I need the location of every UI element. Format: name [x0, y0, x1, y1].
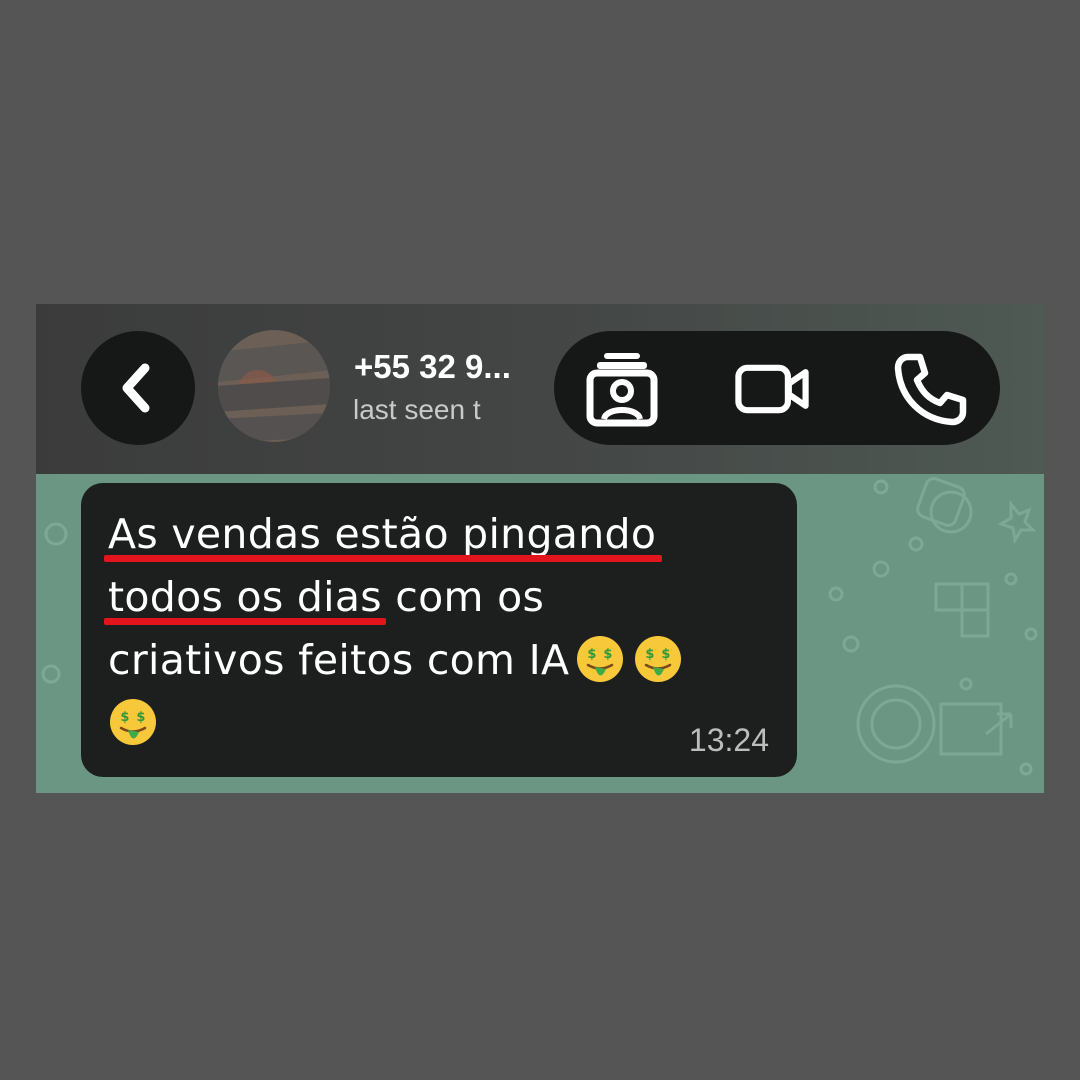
chat-header: +55 32 9... last seen t [36, 304, 1044, 474]
chat-area: As vendas estão pingando todos os dias c… [36, 474, 1044, 793]
avatar[interactable] [218, 330, 330, 442]
message-timestamp: 13:24 [688, 722, 769, 758]
message-text: As vendas estão pingando todos os dias c… [108, 503, 778, 755]
header-actions [554, 331, 1000, 445]
message-line-1: As vendas estão pingando [108, 510, 657, 558]
phone-icon[interactable] [892, 351, 968, 427]
svg-text:$: $ [662, 647, 671, 662]
svg-text:$: $ [604, 647, 613, 662]
svg-text:$: $ [646, 647, 655, 662]
svg-text:$: $ [588, 647, 597, 662]
contact-name[interactable]: +55 32 9... [354, 348, 511, 386]
money-mouth-face-icon: $ $ [635, 636, 682, 682]
back-button[interactable] [81, 331, 195, 445]
svg-text:$: $ [136, 710, 145, 725]
contact-card-stack-icon[interactable] [584, 351, 660, 427]
message-line-2-rest: com os [381, 573, 545, 621]
message-line-3: criativos feitos com IA [108, 636, 570, 684]
video-camera-icon[interactable] [734, 351, 810, 427]
money-mouth-face-icon: $ $ [110, 699, 156, 745]
contact-status: last seen t [353, 394, 481, 425]
message-bubble[interactable]: As vendas estão pingando todos os dias c… [81, 483, 797, 777]
chat-screenshot: +55 32 9... last seen t As vendas estão … [36, 304, 1044, 793]
money-mouth-face-icon: $ $ [577, 636, 624, 682]
svg-text:$: $ [120, 710, 129, 725]
back-arrow-icon [122, 363, 150, 413]
message-line-2-highlight: todos os dias [108, 573, 382, 621]
